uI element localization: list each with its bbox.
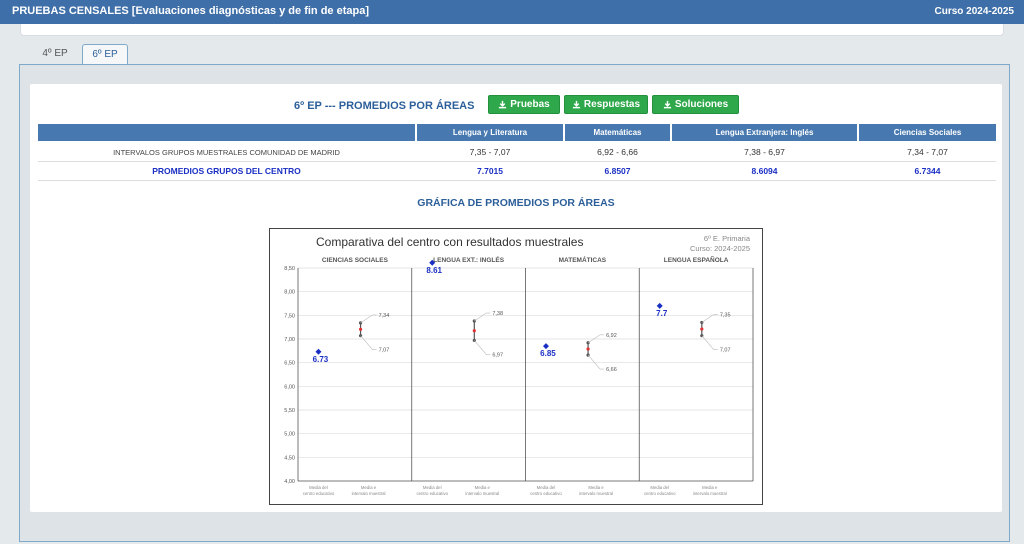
y-tick-label: 5,50 (284, 408, 295, 414)
chart-title: Comparativa del centro con resultados mu… (316, 235, 583, 249)
interval-mean-marker (358, 327, 363, 331)
soluciones-button[interactable]: Soluciones (652, 95, 739, 114)
interval-mean-marker (472, 329, 476, 333)
y-tick-label: 8,50 (284, 266, 295, 272)
panel-title: CIENCIAS SOCIALES (322, 257, 389, 264)
low-leader-line (360, 335, 377, 350)
table-header-cell: Ciencias Sociales (859, 124, 996, 141)
tab-6ep[interactable]: 6º EP (82, 44, 128, 65)
interval-high-marker (700, 320, 704, 325)
panel-title: LENGUA ESPAÑOLA (664, 255, 729, 264)
course-label: Curso 2024-2025 (934, 6, 1015, 17)
table-header-cell: Lengua y Literatura (417, 124, 563, 141)
tab-4ep[interactable]: 4º EP (36, 44, 74, 64)
interval-low-label: 6,97 (492, 352, 503, 358)
y-tick-label: 7,00 (284, 337, 295, 343)
download-icon (663, 100, 671, 109)
comparison-chart: Comparativa del centro con resultados mu… (269, 228, 763, 505)
app-header: PRUEBAS CENSALES [Evaluaciones diagnósti… (0, 0, 1024, 24)
interval-low-label: 7,07 (379, 348, 390, 354)
results-card: 6º EP --- PROMEDIOS POR ÁREAS Pruebas Re… (30, 84, 1002, 512)
pruebas-button[interactable]: Pruebas (488, 95, 560, 114)
table-cell: INTERVALOS GRUPOS MUESTRALES COMUNIDAD D… (113, 147, 340, 157)
center-mean-label: 8.61 (426, 266, 442, 275)
interval-low-label: 6,66 (606, 367, 617, 373)
x-axis-label: Media del (650, 485, 669, 490)
interval-mean-marker (586, 347, 590, 351)
low-leader-line (701, 335, 718, 350)
interval-high-label: 7,38 (492, 311, 503, 317)
table-header-row: Lengua y Literatura Matemáticas Lengua E… (38, 124, 996, 141)
table-row: PROMEDIOS GRUPOS DEL CENTRO 7.7015 6.850… (38, 162, 996, 181)
x-axis-label: Media e (361, 485, 377, 490)
x-axis-label: intervalo muestral (579, 491, 613, 496)
table-header-cell: Lengua Extranjera: Inglés (672, 124, 857, 141)
respuestas-label: Respuestas (583, 99, 641, 110)
y-tick-label: 4,50 (284, 455, 295, 461)
x-axis-label: Media del (309, 485, 328, 490)
app-title: PRUEBAS CENSALES [Evaluaciones diagnósti… (12, 5, 369, 17)
interval-high-marker (586, 341, 590, 345)
table-cell: 7.7015 (477, 166, 503, 176)
x-axis-label: Media del (423, 485, 442, 490)
chart-svg: Comparativa del centro con resultados mu… (284, 234, 754, 496)
x-axis-label: Media e (588, 485, 604, 490)
chart-subtitle: Curso: 2024-2025 (690, 244, 750, 253)
x-axis-label: intervalo muestral (693, 491, 727, 496)
table-cell: PROMEDIOS GRUPOS DEL CENTRO (152, 166, 301, 176)
x-axis-label: centro educativo (416, 491, 448, 496)
x-axis-label: centro educativo (644, 491, 676, 496)
results-table: Lengua y Literatura Matemáticas Lengua E… (38, 124, 996, 181)
download-icon (572, 100, 581, 109)
center-mean-label: 6.73 (313, 355, 329, 364)
y-tick-label: 5,00 (284, 432, 295, 438)
low-leader-line (587, 354, 605, 370)
y-tick-label: 4,00 (284, 479, 295, 485)
table-cell: 7,34 - 7,07 (907, 147, 948, 157)
chart-subtitle: 6º E. Primaria (704, 234, 751, 243)
x-axis-label: intervalo muestral (465, 491, 499, 496)
interval-high-label: 7,35 (720, 312, 731, 318)
panel-title: LENGUA EXT.: INGLÉS (433, 255, 505, 264)
y-tick-label: 6,50 (284, 361, 295, 367)
interval-high-marker (358, 321, 363, 325)
x-axis-label: Media e (702, 485, 718, 490)
interval-mean-marker (700, 327, 704, 331)
center-mean-label: 6.85 (540, 349, 556, 358)
high-leader-line (474, 312, 491, 322)
x-axis-label: intervalo muestral (352, 491, 386, 496)
table-cell: 6,92 - 6,66 (597, 147, 638, 157)
table-row: INTERVALOS GRUPOS MUESTRALES COMUNIDAD D… (38, 143, 996, 162)
chart-section-title: GRÁFICA DE PROMEDIOS POR ÁREAS (417, 197, 615, 209)
tab-panel: 6º EP --- PROMEDIOS POR ÁREAS Pruebas Re… (19, 64, 1010, 542)
table-cell: 8.6094 (751, 166, 778, 176)
table-header-cell (38, 124, 415, 141)
respuestas-button[interactable]: Respuestas (564, 95, 648, 114)
table-header-cell: Matemáticas (565, 124, 670, 141)
y-tick-label: 6,00 (284, 384, 295, 390)
y-tick-label: 7,50 (284, 313, 295, 319)
table-cell: 6.7344 (914, 166, 941, 176)
download-icon (499, 100, 507, 109)
pruebas-label: Pruebas (510, 99, 550, 110)
center-mean-label: 7.7 (656, 309, 668, 318)
interval-high-label: 6,92 (606, 333, 617, 339)
x-axis-label: Media del (537, 485, 556, 490)
table-cell: 7,38 - 6,97 (744, 147, 785, 157)
x-axis-label: centro educativo (530, 491, 562, 496)
x-axis-label: centro educativo (303, 491, 335, 496)
table-cell: 6.8507 (604, 166, 631, 176)
high-leader-line (360, 314, 377, 324)
table-cell: 7,35 - 7,07 (469, 147, 511, 157)
low-leader-line (474, 340, 491, 355)
section-title: 6º EP --- PROMEDIOS POR ÁREAS (294, 100, 475, 112)
x-axis-label: Media e (475, 485, 491, 490)
interval-high-label: 7,34 (379, 313, 390, 319)
y-tick-label: 8,00 (284, 290, 295, 296)
soluciones-label: Soluciones (674, 99, 729, 110)
interval-low-label: 7,07 (720, 348, 731, 354)
header-strip (20, 24, 1004, 36)
panel-title: MATEMÁTICAS (559, 255, 607, 264)
